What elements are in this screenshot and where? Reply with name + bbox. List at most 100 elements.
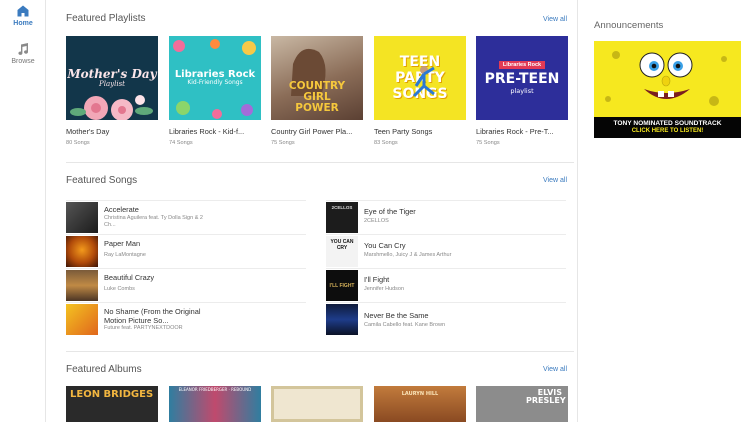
album-cover-text: LEON BRIDGES bbox=[70, 389, 154, 400]
featured-songs-title: Featured Songs bbox=[66, 175, 138, 186]
playlist-card[interactable]: COUNTRY GIRL POWER Country Girl Power Pl… bbox=[271, 36, 363, 146]
song-row[interactable]: No Shame (From the Original Motion Pictu… bbox=[66, 302, 306, 338]
playlist-card[interactable]: Libraries Rock Kid-Friendly Songs Librar… bbox=[169, 36, 261, 146]
music-note-icon bbox=[18, 43, 29, 55]
featured-albums-title: Featured Albums bbox=[66, 364, 142, 375]
cover-tag: Libraries Rock bbox=[498, 60, 546, 69]
cover-subtitle: Kid-Friendly Songs bbox=[187, 79, 243, 87]
playlist-count: 80 Songs bbox=[66, 140, 90, 146]
song-thumbnail bbox=[66, 202, 98, 233]
nav-browse-label: Browse bbox=[11, 58, 35, 65]
song-artist: Ray LaMontagne bbox=[104, 252, 146, 258]
announcement-caption: TONY NOMINATED SOUNDTRACK CLICK HERE TO … bbox=[594, 117, 741, 138]
playlist-cover: Libraries Rock PRE-TEEN playlist bbox=[476, 36, 568, 120]
playlist-cover: COUNTRY GIRL POWER bbox=[271, 36, 363, 120]
nav-home-label: Home bbox=[13, 20, 33, 27]
cover-subtitle: playlist bbox=[510, 87, 534, 96]
thumb-text: YOU CAN CRY bbox=[330, 239, 354, 251]
album-cover bbox=[271, 386, 363, 422]
song-artist: Christina Aguilera feat. Ty Dolla Sign &… bbox=[104, 215, 203, 228]
thumb-text: 2CELLOS bbox=[331, 205, 353, 210]
song-thumbnail bbox=[66, 236, 98, 267]
sponge-character-art bbox=[594, 41, 741, 117]
playlist-title: Libraries Rock - Kid-f... bbox=[169, 127, 245, 136]
playlist-count: 75 Songs bbox=[271, 140, 295, 146]
playlist-title: Teen Party Songs bbox=[374, 127, 433, 136]
playlist-title: Country Girl Power Pla... bbox=[271, 127, 353, 136]
album-cover: ELVIS PRESLEY bbox=[476, 386, 568, 422]
album-cover: LAURYN HILL bbox=[374, 386, 466, 422]
song-title: Never Be the Same bbox=[364, 311, 429, 320]
section-divider bbox=[66, 162, 574, 163]
playlist-count: 75 Songs bbox=[476, 140, 500, 146]
playlist-title: Mother's Day bbox=[66, 127, 110, 136]
song-thumbnail: 2CELLOS bbox=[326, 202, 358, 233]
song-row[interactable]: Paper Man Ray LaMontagne bbox=[66, 234, 306, 267]
app-root: Home Browse Featured Playlists View all … bbox=[0, 0, 750, 422]
song-artist: Marshmello, Juicy J & James Arthur bbox=[364, 252, 452, 258]
song-thumbnail bbox=[66, 270, 98, 301]
song-row[interactable]: I'LL FIGHT I'll Fight Jennifer Hudson bbox=[326, 268, 566, 301]
album-cover: ELEANOR FRIEDBERGER · REBOUND bbox=[169, 386, 261, 422]
album-card[interactable]: LAURYN HILL bbox=[374, 386, 466, 422]
playlist-cover: TEEN PARTY SONGS bbox=[374, 36, 466, 120]
side-nav: Home Browse bbox=[0, 0, 46, 422]
nav-home[interactable]: Home bbox=[0, 4, 46, 27]
playlist-cover: Mother's Day Playlist bbox=[66, 36, 158, 120]
playlists-view-all-link[interactable]: View all bbox=[543, 16, 567, 23]
song-title: Beautiful Crazy bbox=[104, 273, 155, 282]
song-title: I'll Fight bbox=[364, 275, 390, 284]
song-artist: Future feat. PARTYNEXTDOOR bbox=[104, 325, 183, 331]
song-title: No Shame (From the Original Motion Pictu… bbox=[104, 307, 201, 325]
home-icon bbox=[17, 5, 29, 17]
song-row[interactable]: Beautiful Crazy Luke Combs bbox=[66, 268, 306, 301]
song-row[interactable]: Never Be the Same Camila Cabello feat. K… bbox=[326, 302, 566, 338]
song-title: Paper Man bbox=[104, 239, 141, 248]
flowers-art bbox=[70, 95, 153, 120]
cover-title: COUNTRY GIRL POWER bbox=[288, 79, 346, 114]
main-content: Featured Playlists View all Mother's Day… bbox=[46, 0, 578, 422]
album-card[interactable] bbox=[271, 386, 363, 422]
song-artist: 2CELLOS bbox=[364, 218, 389, 224]
album-card[interactable]: LEON BRIDGES bbox=[66, 386, 158, 422]
album-card[interactable]: ELEANOR FRIEDBERGER · REBOUND bbox=[169, 386, 261, 422]
songs-view-all-link[interactable]: View all bbox=[543, 177, 567, 184]
playlist-card[interactable]: Mother's Day Playlist Mother's Day 80 So… bbox=[66, 36, 158, 146]
section-divider bbox=[66, 351, 574, 352]
playlist-count: 83 Songs bbox=[374, 140, 398, 146]
song-row[interactable]: YOU CAN CRY You Can Cry Marshmello, Juic… bbox=[326, 234, 566, 267]
album-cover-text: ELEANOR FRIEDBERGER · REBOUND bbox=[178, 387, 252, 392]
announcement-cta: CLICK HERE TO LISTEN! bbox=[631, 128, 704, 134]
song-artist: Camila Cabello feat. Kane Brown bbox=[364, 322, 446, 328]
announcement-banner[interactable]: TONY NOMINATED SOUNDTRACK CLICK HERE TO … bbox=[594, 41, 741, 138]
album-cover-text: LAURYN HILL bbox=[401, 391, 439, 397]
playlist-card[interactable]: Libraries Rock PRE-TEEN playlist Librari… bbox=[476, 36, 568, 146]
song-title: Eye of the Tiger bbox=[364, 207, 416, 216]
song-artist: Luke Combs bbox=[104, 286, 135, 292]
song-row[interactable]: Accelerate Christina Aguilera feat. Ty D… bbox=[66, 200, 306, 233]
album-cover: LEON BRIDGES bbox=[66, 386, 158, 422]
song-thumbnail: I'LL FIGHT bbox=[326, 270, 358, 301]
announcements-panel: Announcements TONY NOMINATED SOUNDTRACK … bbox=[578, 0, 750, 422]
song-artist: Jennifer Hudson bbox=[364, 286, 405, 292]
announcement-line-1: TONY NOMINATED SOUNDTRACK bbox=[613, 120, 722, 127]
featured-playlists-title: Featured Playlists bbox=[66, 13, 146, 24]
song-thumbnail bbox=[66, 304, 98, 335]
playlist-card[interactable]: TEEN PARTY SONGS Teen Party Songs 83 Son… bbox=[374, 36, 466, 146]
announcements-title: Announcements bbox=[594, 20, 664, 31]
cover-title: Mother's Day bbox=[67, 67, 157, 82]
song-thumbnail: YOU CAN CRY bbox=[326, 236, 358, 267]
playlist-title: Libraries Rock - Pre-T... bbox=[476, 127, 554, 136]
song-title: Accelerate bbox=[104, 205, 139, 214]
playlist-count: 74 Songs bbox=[169, 140, 193, 146]
album-cover-text: ELVIS PRESLEY bbox=[526, 388, 566, 406]
dancer-art bbox=[412, 66, 435, 98]
nav-browse[interactable]: Browse bbox=[0, 42, 46, 65]
cover-title: PRE-TEEN bbox=[484, 70, 560, 87]
song-thumbnail bbox=[326, 304, 358, 335]
song-title: You Can Cry bbox=[364, 241, 406, 250]
album-card[interactable]: ELVIS PRESLEY bbox=[476, 386, 568, 422]
thumb-text: I'LL FIGHT bbox=[329, 283, 355, 289]
song-row[interactable]: 2CELLOS Eye of the Tiger 2CELLOS bbox=[326, 200, 566, 233]
albums-view-all-link[interactable]: View all bbox=[543, 366, 567, 373]
